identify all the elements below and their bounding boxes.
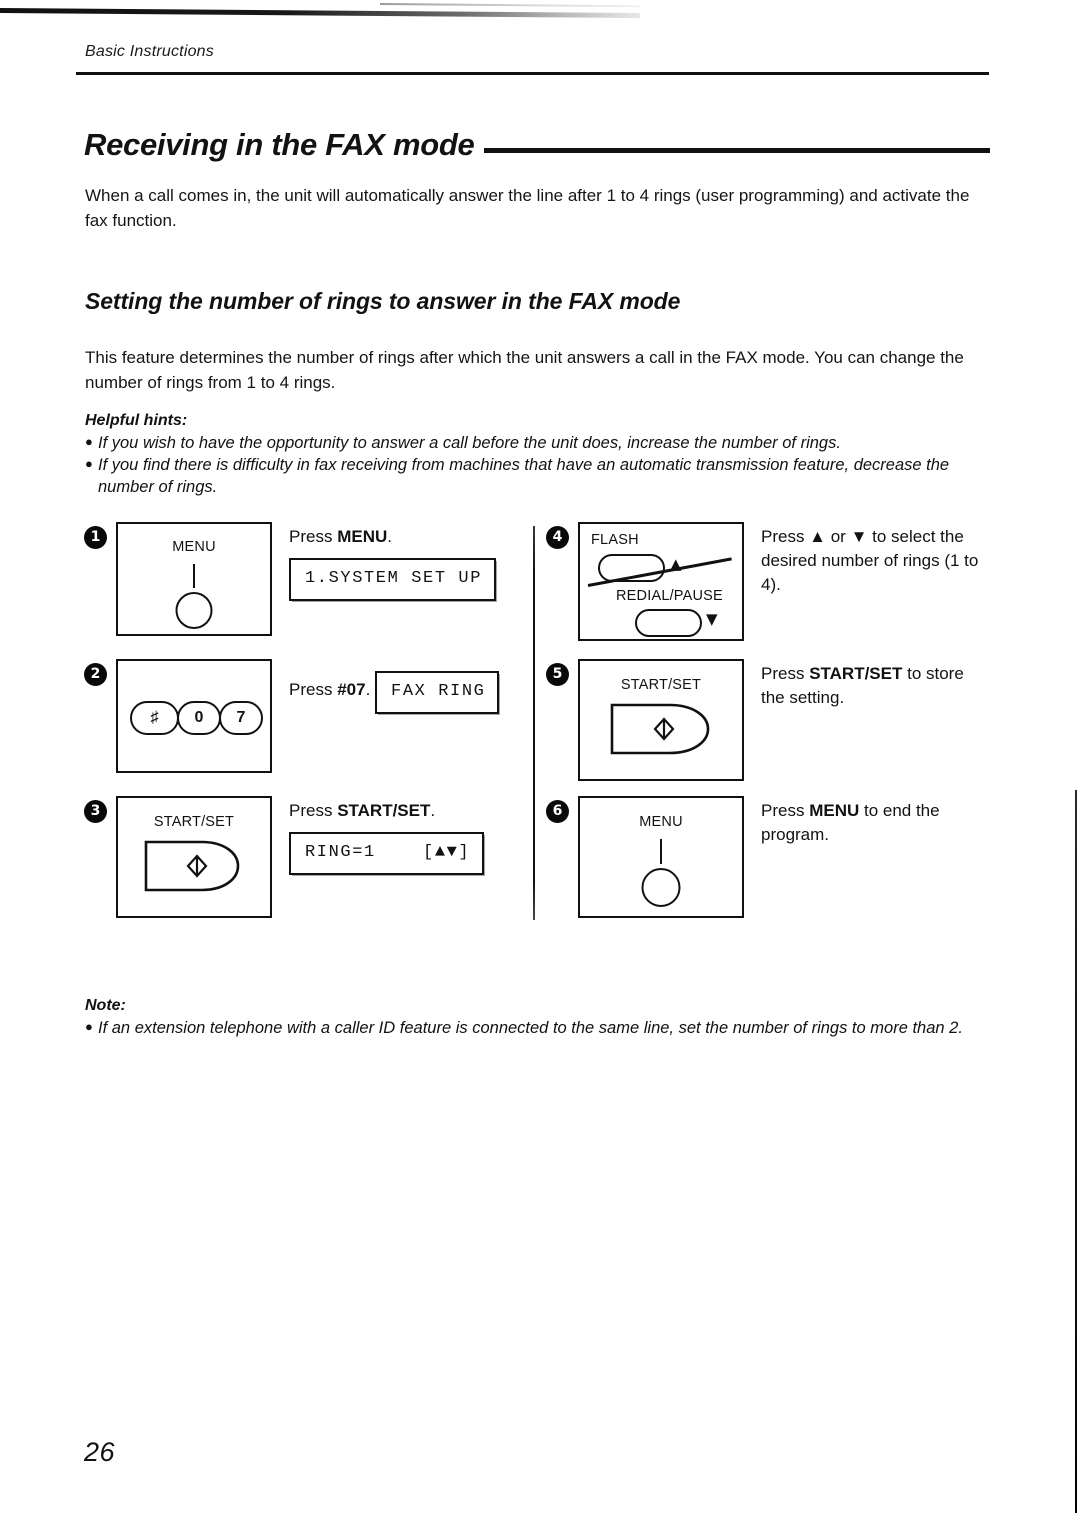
step-4-instruction: Press ▲ or ▼ to select the desired numbe… [761, 527, 979, 594]
page-number: 26 [84, 1437, 116, 1467]
panel-start-set-button: START/SET [116, 796, 272, 918]
step-3-instruction: Press START/SET. RING=1 [▲▼] [289, 796, 524, 875]
step-instruction-prefix: Press [761, 801, 810, 820]
list-item: ● If an extension telephone with a caller… [85, 1017, 990, 1039]
lcd-display: 1.SYSTEM SET UP [289, 558, 497, 601]
step-instruction-prefix: Press [761, 664, 810, 683]
keypad-key-hash[interactable]: ♯ [130, 701, 179, 735]
panel-keypad: ♯ 0 7 [116, 659, 272, 773]
step-5-instruction: Press START/SET to store the setting. [761, 659, 990, 710]
intro-paragraph: When a call comes in, the unit will auto… [85, 186, 970, 230]
step-number-badge: 4 [546, 526, 569, 549]
bullet-icon: ● [85, 456, 93, 471]
panel-label: START/SET [153, 814, 235, 830]
menu-button-key[interactable] [641, 868, 681, 907]
section-heading: Setting the number of rings to answer in… [85, 288, 681, 314]
step-number-badge: 2 [84, 663, 107, 686]
document-page: Basic Instructions Receiving in the FAX … [0, 0, 1080, 1513]
scan-artifact-top-streak-secondary [379, 3, 640, 8]
scan-artifact-top-streak [0, 8, 640, 19]
step-instruction-key: START/SET [337, 801, 431, 820]
step-3: 3 START/SET Press START/SET. RING=1 [▲▼] [84, 796, 524, 918]
step-instruction-prefix: Press [289, 527, 338, 546]
list-item-text: If you find there is difficulty in fax r… [98, 456, 950, 496]
note-block: Note: ● If an extension telephone with a … [85, 997, 990, 1039]
step-2-instruction: Press #07. FAX RING [289, 659, 524, 714]
keypad-key-0[interactable]: 0 [177, 701, 221, 735]
running-head: Basic Instructions [85, 43, 214, 60]
step-1-instruction: Press MENU. 1.SYSTEM SET UP [289, 522, 524, 601]
panel-label-redial: REDIAL/PAUSE [616, 588, 723, 604]
helpful-hints-title: Helpful hints: [85, 412, 188, 429]
step-number-badge: 1 [84, 526, 107, 549]
step-instruction-suffix: . [387, 527, 392, 546]
start-set-key-shape [610, 703, 710, 755]
arrow-down-icon: ▼ [706, 610, 718, 628]
step-instruction-prefix: Press [289, 680, 338, 699]
lcd-display: FAX RING [375, 671, 500, 714]
step-instruction-prefix: Press [289, 801, 338, 820]
panel-menu-button: MENU [578, 796, 744, 918]
step-1: 1 MENU Press MENU. 1.SYSTEM SET UP [84, 522, 524, 636]
panel-label-flash: FLASH [591, 532, 639, 548]
redial-pause-button-key[interactable] [635, 609, 702, 637]
menu-button-key[interactable] [175, 592, 213, 629]
panel-menu-button: MENU [116, 522, 272, 636]
page-title-text: Receiving in the FAX mode [84, 127, 475, 162]
step-6-instruction: Press MENU to end the program. [761, 796, 990, 847]
bullet-icon: ● [85, 1019, 93, 1034]
step-number-badge: 3 [84, 800, 107, 823]
list-item-text: If an extension telephone with a caller … [98, 1019, 963, 1037]
scan-artifact-right-vertical-line [1075, 790, 1077, 1513]
bullet-icon: ● [85, 434, 93, 449]
panel-flash-redial: FLASH ▲ REDIAL/PAUSE ▼ [578, 522, 744, 641]
menu-stem-line [660, 839, 662, 864]
start-set-key[interactable] [610, 703, 710, 755]
list-item: ● If you find there is difficulty in fax … [85, 454, 990, 498]
step-5: 5 START/SET Press START/SET to store the… [546, 659, 990, 781]
note-title: Note: [85, 997, 126, 1014]
step-instruction-key: MENU [809, 801, 860, 820]
list-item: ● If you wish to have the opportunity to … [85, 432, 990, 454]
panel-label: MENU [639, 814, 683, 830]
lcd-display: RING=1 [▲▼] [289, 832, 485, 875]
step-2: 2 ♯ 0 7 Press #07. FAX RING [84, 659, 524, 773]
helpful-hints-list: ● If you wish to have the opportunity to … [85, 432, 990, 498]
start-set-key-shape [144, 840, 240, 892]
panel-label: MENU [172, 539, 216, 555]
helpful-hints-block: Helpful hints: ● If you wish to have the … [85, 412, 990, 498]
menu-stem-line [193, 564, 195, 588]
section-paragraph: This feature determines the number of ri… [85, 348, 964, 392]
step-instruction-key: MENU [337, 527, 388, 546]
note-list: ● If an extension telephone with a caller… [85, 1017, 990, 1039]
page-title: Receiving in the FAX mode [84, 118, 990, 160]
step-instruction-key: START/SET [809, 664, 903, 683]
column-divider [533, 526, 535, 920]
start-set-key[interactable] [144, 840, 240, 892]
procedure-steps: 1 MENU Press MENU. 1.SYSTEM SET UP 2 ♯ 0… [84, 522, 990, 924]
step-number-badge: 5 [546, 663, 569, 686]
step-6: 6 MENU Press MENU to end the program. [546, 796, 990, 918]
panel-label: START/SET [620, 677, 702, 693]
keypad-key-7[interactable]: 7 [219, 701, 263, 735]
step-number-badge: 6 [546, 800, 569, 823]
panel-start-set-button: START/SET [578, 659, 744, 781]
step-instruction-key: #07 [337, 680, 366, 699]
step-instruction-suffix: . [365, 680, 371, 699]
page-title-rule [484, 148, 990, 153]
step-instruction-suffix: . [430, 801, 436, 820]
list-item-text: If you wish to have the opportunity to a… [98, 434, 841, 452]
running-head-rule [76, 72, 989, 75]
step-4: 4 FLASH ▲ REDIAL/PAUSE ▼ Press ▲ or ▼ to… [546, 522, 990, 641]
